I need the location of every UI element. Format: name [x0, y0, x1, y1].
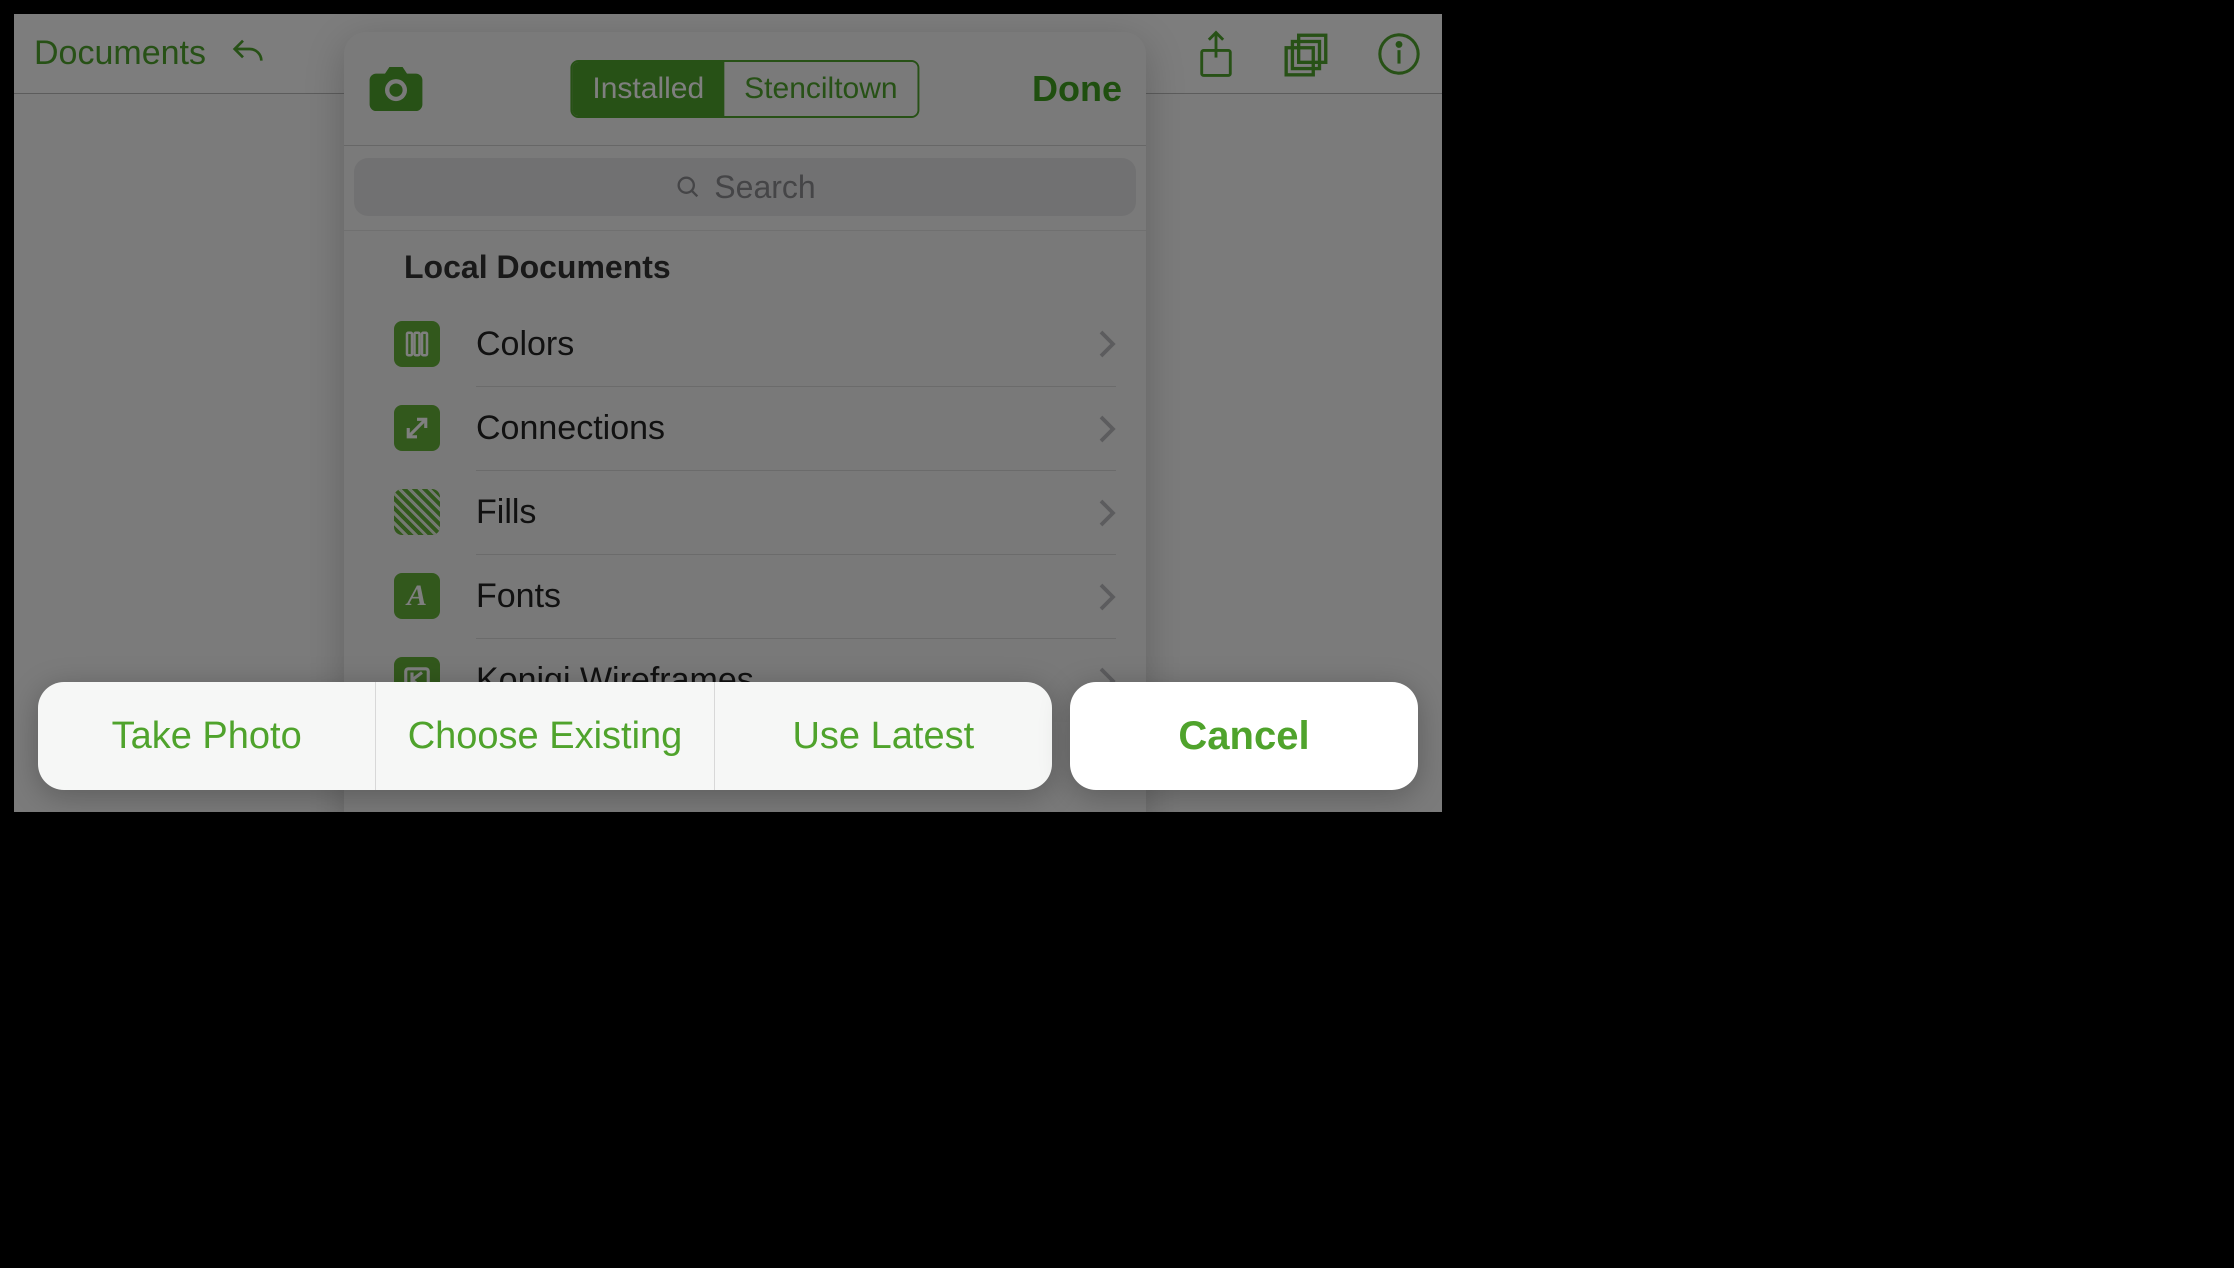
photo-action-sheet: Take Photo Choose Existing Use Latest Ca…: [38, 682, 1418, 790]
cancel-button[interactable]: Cancel: [1070, 682, 1418, 790]
use-latest-button[interactable]: Use Latest: [714, 682, 1052, 790]
take-photo-button[interactable]: Take Photo: [38, 682, 375, 790]
choose-existing-button[interactable]: Choose Existing: [375, 682, 713, 790]
